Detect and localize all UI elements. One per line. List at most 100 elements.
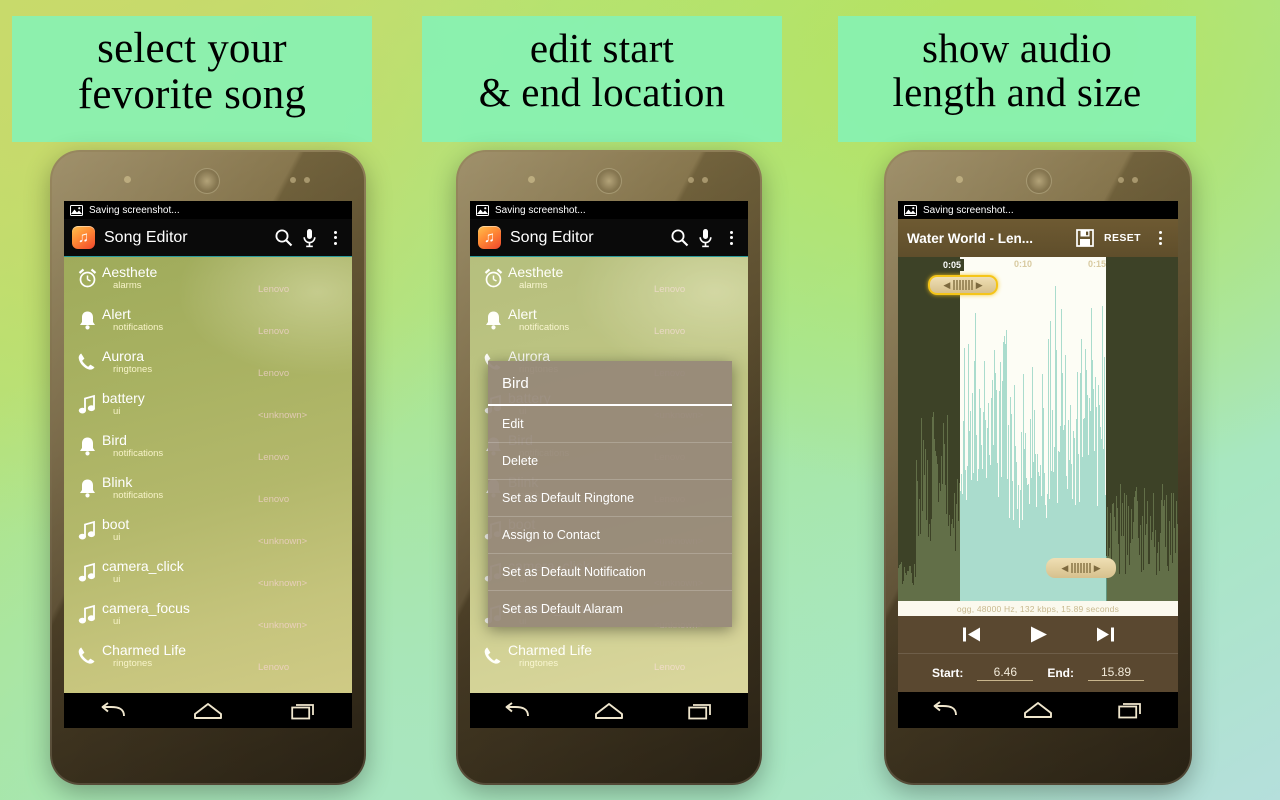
ringtone-row[interactable]: Alert notifications Lenovo — [64, 299, 352, 341]
transport-controls — [898, 616, 1178, 654]
phone-screen-context-menu: Saving screenshot... ♫ Song Editor Aesth… — [470, 201, 748, 728]
status-bar: Saving screenshot... — [898, 201, 1178, 219]
ringtone-artist: <unknown> — [258, 536, 308, 547]
home-icon[interactable] — [180, 702, 236, 720]
end-marker-handle[interactable]: ◀ ▶ — [1046, 558, 1116, 578]
app-title: Song Editor — [104, 228, 188, 246]
handle-right-arrow-icon: ▶ — [975, 279, 983, 290]
skip-previous-icon[interactable] — [962, 626, 981, 643]
home-icon[interactable] — [1010, 701, 1066, 719]
ringtone-title: battery — [102, 390, 145, 406]
context-menu-item[interactable]: Set as Default Ringtone — [488, 480, 732, 517]
context-menu-title: Bird — [488, 361, 732, 406]
end-value-field[interactable]: 15.89 — [1088, 665, 1144, 681]
reset-button[interactable]: RESET — [1104, 232, 1141, 244]
microphone-icon[interactable] — [698, 228, 713, 248]
music-note-icon — [72, 604, 102, 624]
light-sensor-icon — [1132, 177, 1138, 183]
ringtone-title: camera_focus — [102, 600, 190, 616]
status-text: Saving screenshot... — [89, 204, 180, 216]
image-icon — [476, 204, 489, 216]
app-title: Song Editor — [510, 228, 594, 246]
navigation-bar — [64, 693, 352, 728]
light-sensor-icon — [702, 177, 708, 183]
ringtone-row[interactable]: Auroraringtones Lenovo — [64, 341, 352, 383]
handle-grip-icon — [953, 280, 973, 290]
bell-icon — [72, 478, 102, 499]
back-icon[interactable] — [84, 702, 140, 719]
ringtone-title: Alert — [102, 306, 131, 322]
context-menu-item[interactable]: Assign to Contact — [488, 517, 732, 554]
context-menu-items: Edit Delete Set as Default Ringtone Assign … — [488, 406, 732, 627]
ringtone-row[interactable]: batteryui <unknown> — [64, 383, 352, 425]
audio-info-bar: ogg, 48000 Hz, 132 kbps, 15.89 seconds — [898, 601, 1178, 616]
ringtone-title: camera_click — [102, 558, 184, 574]
ringtone-row[interactable]: camera_clickui <unknown> — [64, 551, 352, 593]
ringtone-category: ui — [113, 531, 121, 543]
alarm-icon — [72, 268, 102, 289]
caption-line: select your — [97, 25, 287, 72]
recents-icon[interactable] — [276, 702, 332, 720]
ringtone-row[interactable]: Charmed Life ringtones Lenovo — [64, 635, 352, 677]
recents-icon[interactable] — [1103, 701, 1159, 719]
ringtone-row[interactable]: Birdnotifications Lenovo — [64, 425, 352, 467]
front-camera-icon — [124, 176, 131, 183]
time-label: 0:15 — [1088, 259, 1107, 269]
bell-icon — [72, 310, 102, 331]
navigation-bar — [898, 692, 1178, 727]
editor-app-bar: Water World - Len... RESET — [898, 219, 1178, 257]
overflow-menu-icon[interactable] — [326, 230, 344, 245]
microphone-icon[interactable] — [302, 228, 317, 248]
ringtone-category: ui — [113, 615, 121, 627]
status-bar: Saving screenshot... — [470, 201, 748, 219]
time-label: 0:05 — [940, 259, 965, 271]
search-icon[interactable] — [670, 228, 689, 247]
back-icon[interactable] — [917, 701, 973, 718]
context-menu-item[interactable]: Set as Default Alaram — [488, 591, 732, 627]
ringtone-title: boot — [102, 516, 130, 532]
home-icon[interactable] — [581, 702, 637, 720]
play-icon[interactable] — [1029, 625, 1048, 644]
context-menu-item[interactable]: Set as Default Notification — [488, 554, 732, 591]
ringtone-artist: Lenovo — [258, 494, 290, 505]
search-icon[interactable] — [274, 228, 293, 247]
ringtone-category: notifications — [113, 321, 164, 333]
ringtone-artist: Lenovo — [258, 284, 290, 295]
caption-line: & end location — [478, 69, 726, 116]
start-marker-handle[interactable]: ◀ ▶ — [928, 275, 998, 295]
ringtone-category: ui — [113, 573, 121, 585]
overflow-menu-icon[interactable] — [1151, 231, 1169, 245]
music-note-app-icon: ♫ — [72, 226, 95, 249]
ringtone-list[interactable]: Aesthete alarms Lenovo Alert notifications Le… — [64, 257, 352, 693]
ringtone-row[interactable]: Blinknotifications Lenovo — [64, 467, 352, 509]
context-menu-item[interactable]: Delete — [488, 443, 732, 480]
time-label: 0:10 — [1014, 259, 1033, 269]
proximity-sensor-icon — [290, 177, 296, 183]
app-bar: ♫ Song Editor — [64, 219, 352, 257]
ringtone-title: Bird — [102, 432, 127, 448]
context-menu-item[interactable]: Edit — [488, 406, 732, 443]
status-text: Saving screenshot... — [495, 204, 586, 216]
ringtone-title: Charmed Life — [102, 642, 187, 658]
ringtone-category: notifications — [113, 447, 164, 459]
ringtone-row[interactable]: bootui <unknown> — [64, 509, 352, 551]
music-note-icon — [72, 520, 102, 540]
proximity-sensor-icon — [1118, 177, 1124, 183]
skip-next-icon[interactable] — [1096, 626, 1115, 643]
back-icon[interactable] — [488, 702, 544, 719]
save-floppy-icon[interactable] — [1076, 229, 1094, 247]
image-icon — [904, 204, 917, 216]
ringtone-artist: Lenovo — [258, 368, 290, 379]
phone-screen-song-list: Saving screenshot... ♫ Song Editor Aesth… — [64, 201, 352, 728]
waveform-editor[interactable]: 0:05 0:10 0:15 ◀ ▶ ◀ ▶ — [898, 257, 1178, 601]
phone-screen-editor: Saving screenshot... Water World - Len..… — [898, 201, 1178, 728]
start-value-field[interactable]: 6.46 — [977, 665, 1034, 681]
ringtone-row[interactable]: Aesthete alarms Lenovo — [64, 257, 352, 299]
phone-icon — [72, 352, 102, 372]
ringtone-row[interactable]: camera_focusui <unknown> — [64, 593, 352, 635]
recents-icon[interactable] — [674, 702, 730, 720]
proximity-sensor-icon — [688, 177, 694, 183]
navigation-bar — [470, 693, 748, 728]
ringtone-title: Aesthete — [102, 264, 158, 280]
overflow-menu-icon[interactable] — [722, 230, 740, 245]
